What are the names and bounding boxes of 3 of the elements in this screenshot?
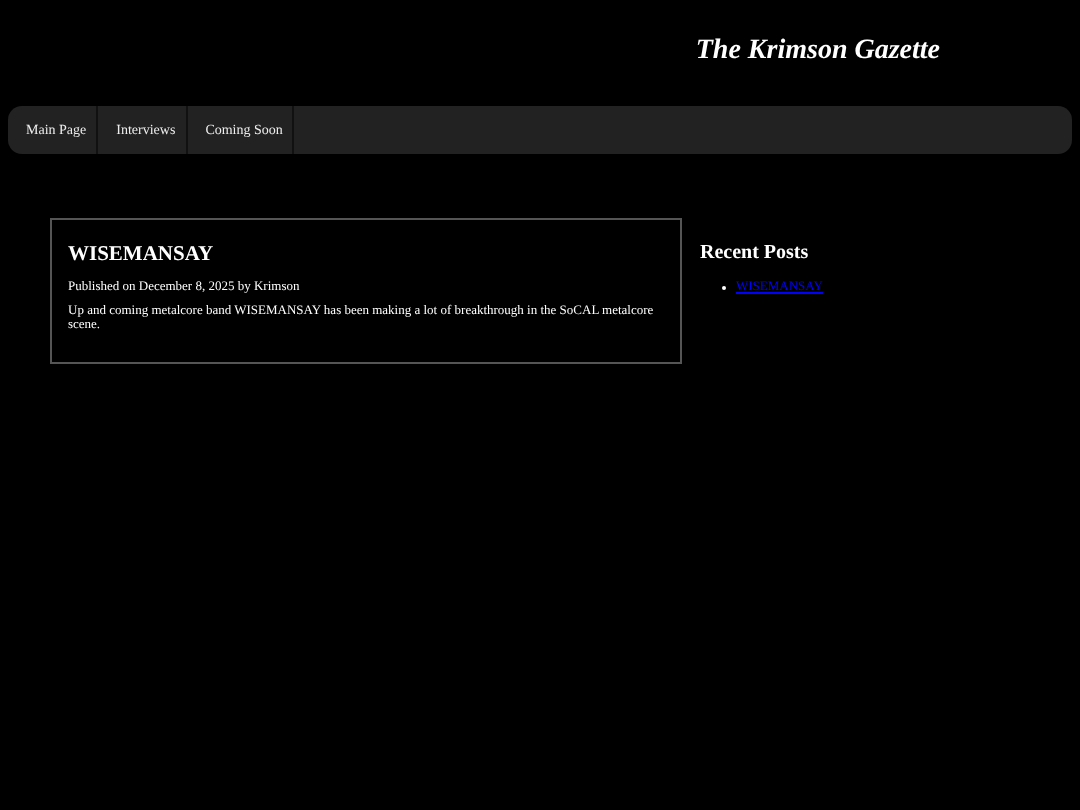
site-title: The Krimson Gazette — [695, 34, 940, 68]
sidebar-heading: Recent Posts — [700, 242, 811, 264]
post-title: WISEMANSAY — [68, 244, 216, 266]
